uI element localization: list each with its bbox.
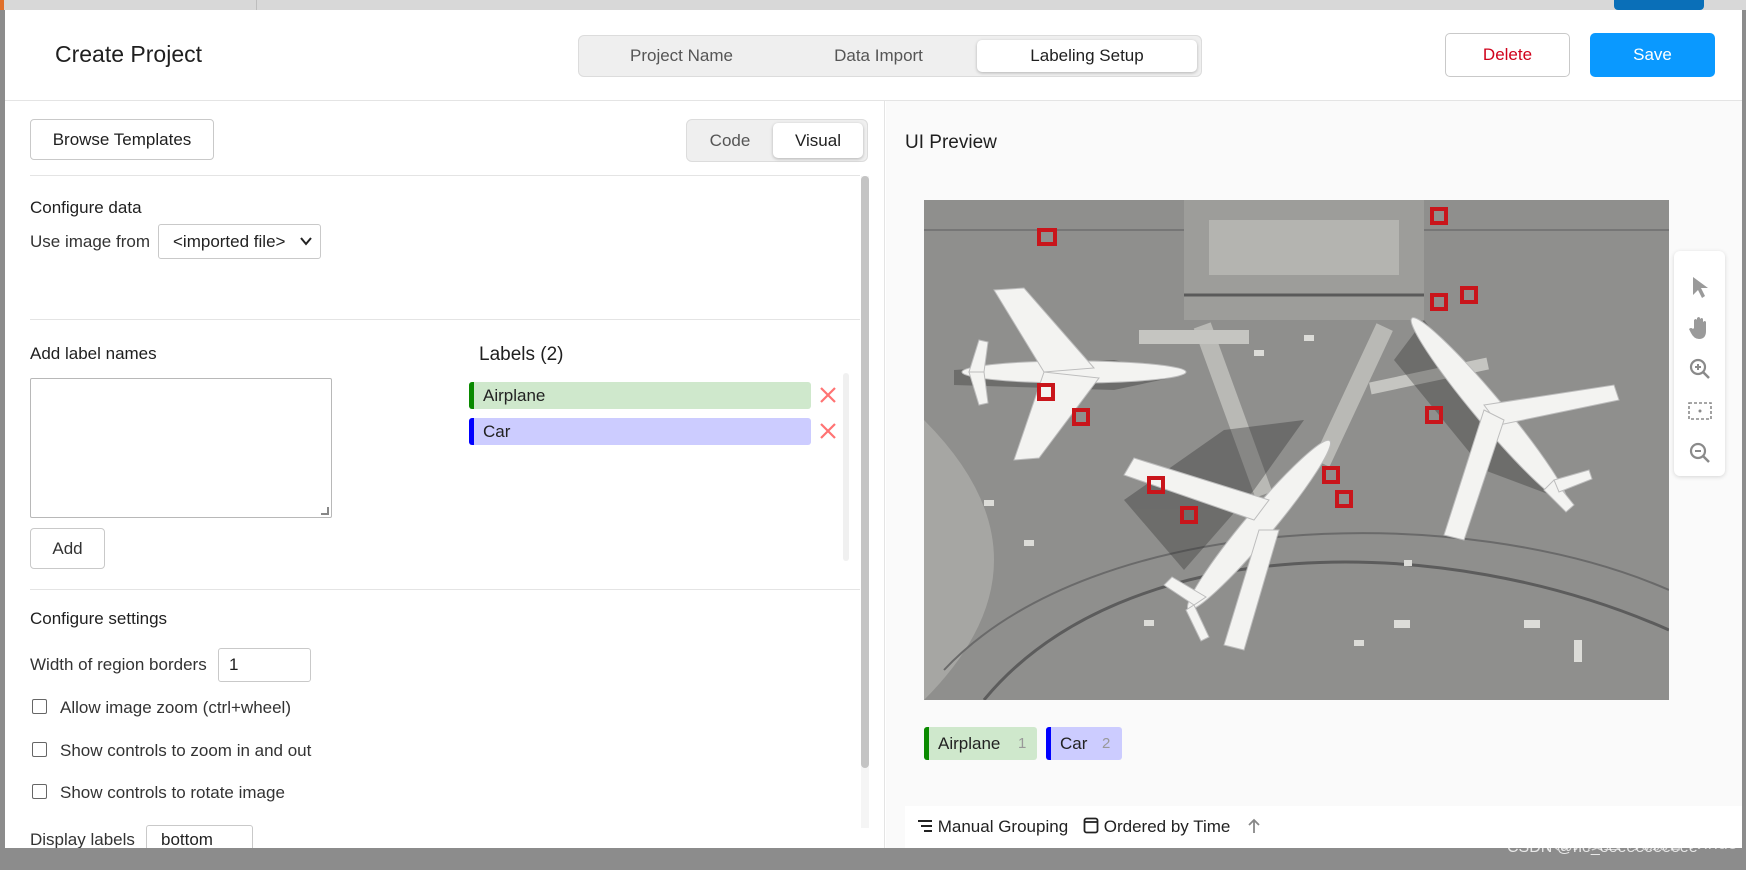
tag-color-bar: [1046, 727, 1051, 760]
panel-scrollbar-thumb[interactable]: [861, 176, 869, 768]
tag-car[interactable]: Car 2: [1046, 727, 1122, 760]
save-button[interactable]: Save: [1590, 33, 1715, 77]
preview-image[interactable]: [924, 200, 1669, 700]
chevron-down-icon: [300, 225, 312, 270]
label-item-airplane[interactable]: Airplane: [469, 382, 811, 409]
border-width-input[interactable]: 1: [218, 648, 311, 682]
tag-airplane[interactable]: Airplane 1: [924, 727, 1037, 760]
tag-hotkey: 1: [1018, 735, 1027, 752]
use-image-from-label: Use image from: [30, 232, 150, 251]
add-label-names-title: Add label names: [30, 344, 157, 363]
manual-grouping-label: Manual Grouping: [937, 817, 1069, 836]
delete-label-car-icon[interactable]: [818, 419, 838, 448]
tag-name: Car: [1060, 734, 1088, 753]
label-item-name: Airplane: [483, 386, 546, 405]
allow-zoom-checkbox[interactable]: [32, 699, 47, 714]
list-icon: [918, 820, 932, 832]
background-accent: [0, 0, 4, 10]
ordered-by-time-button[interactable]: Ordered by Time: [1083, 817, 1230, 837]
tag-hotkey: 2: [1102, 735, 1111, 752]
image-source-select[interactable]: <imported file>: [158, 224, 321, 259]
background-button: [1614, 0, 1704, 10]
hand-icon[interactable]: [1686, 314, 1714, 342]
modal-header: Create Project Project Name Data Import …: [5, 10, 1742, 101]
display-labels-label: Display labels: [30, 830, 135, 848]
background-divider: [256, 0, 257, 10]
display-labels-select[interactable]: bottom: [146, 825, 253, 848]
tab-project-name[interactable]: Project Name: [583, 40, 780, 72]
zoom-controls-label: Show controls to zoom in and out: [60, 741, 312, 760]
image-toolbar: [1674, 251, 1725, 476]
ordered-by-time-label: Ordered by Time: [1103, 817, 1231, 836]
image-source-value: <imported file>: [173, 232, 286, 251]
delete-button[interactable]: Delete: [1445, 33, 1570, 77]
divider: [30, 319, 860, 320]
sort-direction-icon[interactable]: [1247, 817, 1261, 840]
tab-visual[interactable]: Visual: [773, 123, 863, 158]
preview-title: UI Preview: [905, 132, 997, 153]
label-color-bar: [469, 382, 474, 409]
allow-zoom-label: Allow image zoom (ctrl+wheel): [60, 698, 291, 717]
csdn-watermark: CSDN @he_eeeeeeeeeee: [1507, 839, 1698, 856]
calendar-icon: [1083, 817, 1099, 834]
tag-color-bar: [924, 727, 929, 760]
background-app-strip: [0, 0, 1746, 10]
zoom-in-icon[interactable]: [1686, 355, 1714, 383]
cursor-icon[interactable]: [1686, 273, 1714, 301]
label-color-bar: [469, 418, 474, 445]
labels-scrollbar[interactable]: [843, 373, 849, 561]
divider: [30, 175, 860, 176]
ui-preview-panel: UI Preview Airplane 1 Car 2 Manual Group…: [886, 101, 1742, 848]
border-width-label: Width of region borders: [30, 655, 207, 674]
label-item-car[interactable]: Car: [469, 418, 811, 445]
mode-toggle: Code Visual: [686, 119, 868, 162]
delete-label-airplane-icon[interactable]: [818, 383, 838, 412]
resize-handle-icon[interactable]: [321, 507, 329, 515]
rotate-controls-checkbox[interactable]: [32, 784, 47, 799]
tab-data-import[interactable]: Data Import: [780, 40, 977, 72]
labels-title: Labels (2): [479, 344, 564, 365]
label-names-textarea[interactable]: [30, 378, 332, 518]
tab-code[interactable]: Code: [690, 123, 770, 158]
fit-to-screen-icon[interactable]: [1686, 397, 1714, 425]
configure-data-title: Configure data: [30, 198, 142, 217]
page-title: Create Project: [55, 41, 203, 67]
divider: [30, 589, 860, 590]
tag-name: Airplane: [938, 734, 1001, 753]
manual-grouping-button[interactable]: Manual Grouping: [917, 817, 1068, 837]
add-label-button[interactable]: Add: [30, 528, 105, 569]
label-item-name: Car: [483, 422, 511, 441]
tab-labeling-setup[interactable]: Labeling Setup: [977, 40, 1197, 72]
configure-settings-title: Configure settings: [30, 609, 168, 628]
step-tabs: Project Name Data Import Labeling Setup: [578, 35, 1202, 77]
zoom-out-icon[interactable]: [1686, 439, 1714, 467]
create-project-modal: Create Project Project Name Data Import …: [5, 10, 1742, 848]
zoom-controls-checkbox[interactable]: [32, 742, 47, 757]
rotate-controls-label: Show controls to rotate image: [60, 783, 285, 802]
browse-templates-button[interactable]: Browse Templates: [30, 119, 214, 160]
config-panel: Browse Templates Code Visual Configure d…: [5, 101, 885, 848]
